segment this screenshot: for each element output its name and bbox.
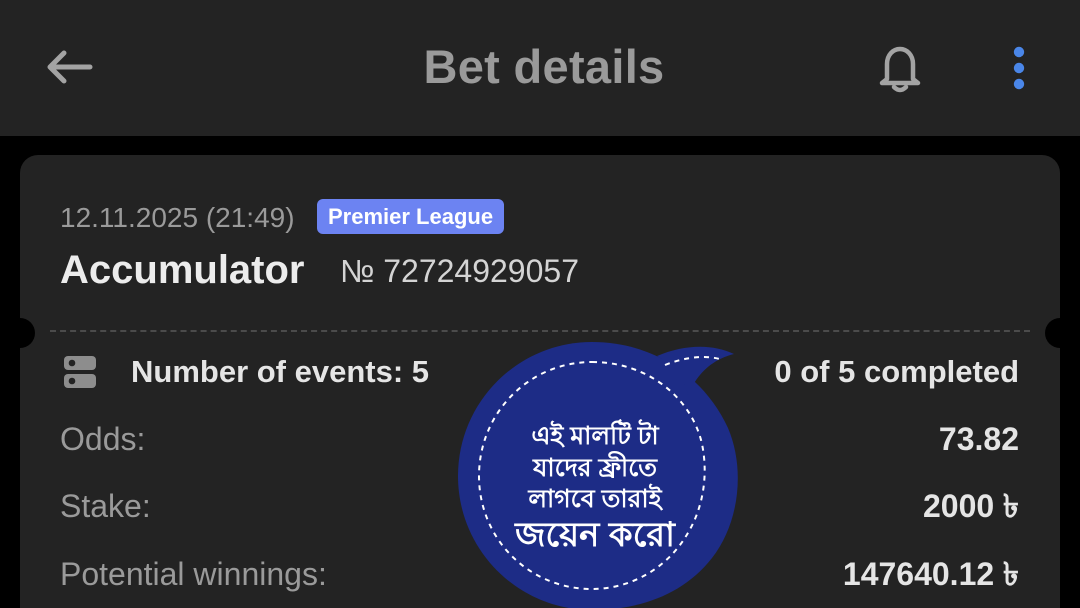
odds-label: Odds: (60, 421, 146, 457)
top-app-bar: Bet details (0, 0, 1080, 136)
league-badge: Premier League (317, 199, 505, 234)
promo-line-3: লাগবে তারাই (528, 485, 662, 513)
more-vertical-icon (1013, 46, 1025, 90)
potential-winnings-value: 147640.12 ৳ (842, 556, 1019, 592)
bet-number: № 72724929057 (340, 253, 579, 289)
bell-icon (879, 46, 921, 93)
ticket-notch-right (1045, 318, 1075, 348)
notifications-button[interactable] (866, 34, 934, 102)
more-options-button[interactable] (996, 34, 1042, 102)
promo-line-1: এই মালটি টা (531, 422, 659, 450)
stake-value: 2000 ৳ (922, 488, 1019, 524)
stake-label: Stake: (60, 488, 151, 524)
events-list-icon (64, 356, 96, 388)
completion-status: 0 of 5 completed (774, 354, 1019, 389)
ticket-divider (50, 330, 1030, 332)
odds-value: 73.82 (938, 421, 1019, 457)
ticket-notch-left (5, 318, 35, 348)
number-of-events: Number of events: 5 (131, 354, 430, 389)
bet-datetime: 12.11.2025 (21:49) (60, 202, 295, 233)
promo-line-4: জয়েন করো (515, 516, 675, 554)
bet-type-title: Accumulator (60, 248, 305, 292)
potential-winnings-label: Potential winnings: (60, 556, 327, 592)
bet-details-screen: Bet details 12.11.2025 (21:49) Premier L… (0, 0, 1080, 608)
promo-line-2: যাদের ফ্রীতে (532, 454, 658, 482)
